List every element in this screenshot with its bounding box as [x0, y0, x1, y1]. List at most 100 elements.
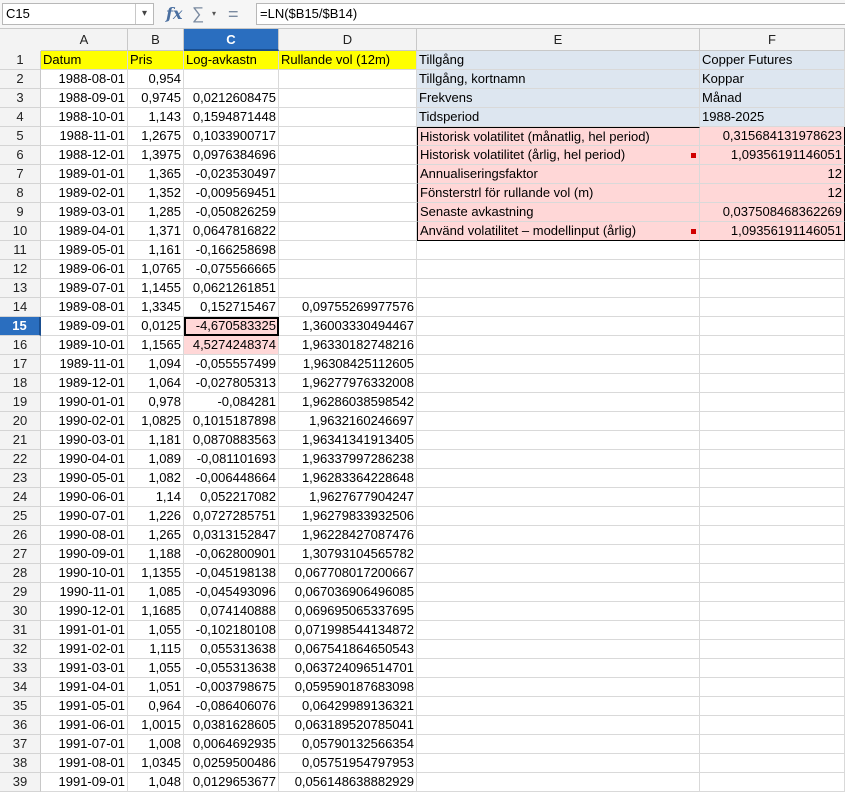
empty-cell[interactable]	[700, 336, 845, 355]
empty-cell[interactable]	[700, 431, 845, 450]
comment-indicator-icon[interactable]	[691, 153, 696, 158]
log-return-cell[interactable]: -0,055313638	[184, 659, 279, 678]
rolling-vol-cell[interactable]: 1,9627677904247	[279, 488, 417, 507]
log-return-cell[interactable]: 0,074140888	[184, 602, 279, 621]
row-header[interactable]: 32	[0, 640, 41, 659]
rolling-vol-cell[interactable]	[279, 222, 417, 241]
price-cell[interactable]: 1,161	[128, 241, 184, 260]
date-cell[interactable]: 1990-09-01	[41, 545, 128, 564]
rolling-vol-cell[interactable]: 0,069695065337695	[279, 602, 417, 621]
price-cell[interactable]: 1,0015	[128, 716, 184, 735]
log-return-cell[interactable]: -0,102180108	[184, 621, 279, 640]
price-cell[interactable]: 1,3975	[128, 146, 184, 165]
row-header[interactable]: 5	[0, 127, 41, 146]
empty-cell[interactable]	[700, 450, 845, 469]
info-label-cell[interactable]: Senaste avkastning	[417, 203, 700, 222]
log-return-cell[interactable]: -0,086406076	[184, 697, 279, 716]
info-value-cell[interactable]: 1,09356191146051	[700, 222, 845, 241]
empty-cell[interactable]	[417, 393, 700, 412]
price-cell[interactable]: 1,265	[128, 526, 184, 545]
row-header[interactable]: 20	[0, 412, 41, 431]
log-return-cell[interactable]: 4,5274248374	[184, 336, 279, 355]
price-cell[interactable]: 1,0825	[128, 412, 184, 431]
log-return-cell[interactable]: -0,062800901	[184, 545, 279, 564]
date-cell[interactable]: 1990-08-01	[41, 526, 128, 545]
empty-cell[interactable]	[417, 773, 700, 792]
date-cell[interactable]: 1989-05-01	[41, 241, 128, 260]
rolling-vol-cell[interactable]: 1,96337997286238	[279, 450, 417, 469]
price-cell[interactable]: 1,3345	[128, 298, 184, 317]
row-header[interactable]: 33	[0, 659, 41, 678]
price-cell[interactable]: 1,143	[128, 108, 184, 127]
date-cell[interactable]: 1989-01-01	[41, 165, 128, 184]
empty-cell[interactable]	[417, 260, 700, 279]
rolling-vol-cell[interactable]: 0,056148638882929	[279, 773, 417, 792]
empty-cell[interactable]	[700, 621, 845, 640]
row-header[interactable]: 28	[0, 564, 41, 583]
date-cell[interactable]: 1990-06-01	[41, 488, 128, 507]
row-header[interactable]: 1	[0, 51, 41, 70]
date-cell[interactable]: 1988-09-01	[41, 89, 128, 108]
empty-cell[interactable]	[417, 469, 700, 488]
price-cell[interactable]: 1,082	[128, 469, 184, 488]
empty-cell[interactable]	[700, 507, 845, 526]
row-header[interactable]: 14	[0, 298, 41, 317]
empty-cell[interactable]	[417, 279, 700, 298]
log-return-cell[interactable]: 0,1015187898	[184, 412, 279, 431]
empty-cell[interactable]	[417, 507, 700, 526]
price-cell[interactable]: 1,089	[128, 450, 184, 469]
log-return-cell[interactable]: -0,084281	[184, 393, 279, 412]
row-header[interactable]: 17	[0, 355, 41, 374]
price-cell[interactable]: 1,371	[128, 222, 184, 241]
price-cell[interactable]: 1,055	[128, 621, 184, 640]
rolling-vol-cell[interactable]: 1,96283364228648	[279, 469, 417, 488]
price-cell[interactable]: 1,048	[128, 773, 184, 792]
empty-cell[interactable]	[700, 526, 845, 545]
row-header[interactable]: 23	[0, 469, 41, 488]
log-return-cell[interactable]: 0,0381628605	[184, 716, 279, 735]
info-label-cell[interactable]: Fönsterstrl för rullande vol (m)	[417, 184, 700, 203]
rolling-vol-cell[interactable]	[279, 241, 417, 260]
rolling-vol-cell[interactable]: 1,96279833932506	[279, 507, 417, 526]
empty-cell[interactable]	[417, 355, 700, 374]
rolling-vol-cell[interactable]: 1,96286038598542	[279, 393, 417, 412]
date-cell[interactable]: 1989-12-01	[41, 374, 128, 393]
empty-cell[interactable]	[417, 526, 700, 545]
formula-equals-icon[interactable]: =	[228, 4, 239, 24]
row-header[interactable]: 3	[0, 89, 41, 108]
price-cell[interactable]: 1,226	[128, 507, 184, 526]
empty-cell[interactable]	[700, 317, 845, 336]
price-cell[interactable]: 1,181	[128, 431, 184, 450]
log-return-cell[interactable]: 0,152715467	[184, 298, 279, 317]
log-return-cell[interactable]: 0,0212608475	[184, 89, 279, 108]
price-cell[interactable]: 1,1565	[128, 336, 184, 355]
price-cell[interactable]: 0,978	[128, 393, 184, 412]
empty-cell[interactable]	[417, 716, 700, 735]
column-header-a[interactable]: A	[41, 29, 128, 51]
empty-cell[interactable]	[700, 298, 845, 317]
rolling-vol-cell[interactable]: 0,09755269977576	[279, 298, 417, 317]
rolling-vol-cell[interactable]: 1,30793104565782	[279, 545, 417, 564]
price-cell[interactable]: 1,2675	[128, 127, 184, 146]
column-header-c[interactable]: C	[184, 29, 279, 51]
date-cell[interactable]: 1990-02-01	[41, 412, 128, 431]
empty-cell[interactable]	[417, 336, 700, 355]
log-return-cell[interactable]: -0,045493096	[184, 583, 279, 602]
date-cell[interactable]: 1989-02-01	[41, 184, 128, 203]
row-header[interactable]: 21	[0, 431, 41, 450]
function-wizard-icon[interactable]: fx	[166, 4, 182, 24]
rolling-vol-cell[interactable]: 0,067036906496085	[279, 583, 417, 602]
price-cell[interactable]: 1,094	[128, 355, 184, 374]
info-value-cell[interactable]: Copper Futures	[700, 51, 845, 70]
rolling-vol-cell[interactable]: 1,96308425112605	[279, 355, 417, 374]
info-value-cell[interactable]: 12	[700, 165, 845, 184]
empty-cell[interactable]	[700, 412, 845, 431]
row-header[interactable]: 29	[0, 583, 41, 602]
date-cell[interactable]: 1989-10-01	[41, 336, 128, 355]
price-cell[interactable]: 1,051	[128, 678, 184, 697]
empty-cell[interactable]	[417, 450, 700, 469]
log-return-cell[interactable]: -0,050826259	[184, 203, 279, 222]
log-return-cell[interactable]: 0,0727285751	[184, 507, 279, 526]
date-cell[interactable]: 1991-02-01	[41, 640, 128, 659]
rolling-vol-cell[interactable]	[279, 184, 417, 203]
